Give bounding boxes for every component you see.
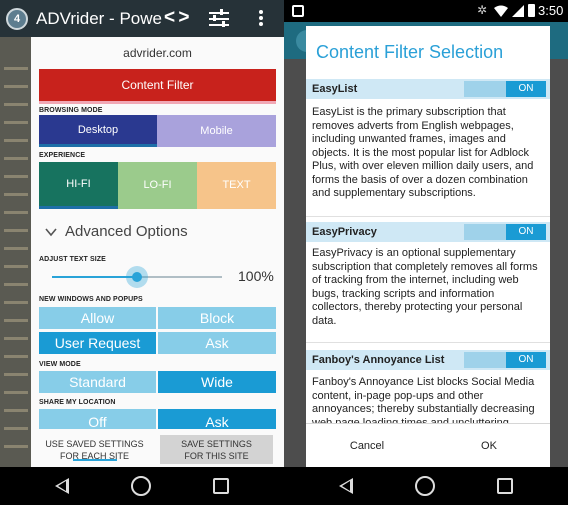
site-domain: advrider.com bbox=[123, 46, 192, 60]
back-icon[interactable] bbox=[339, 478, 353, 494]
location-off[interactable]: Off bbox=[39, 409, 156, 429]
dialog-title: Content Filter Selection bbox=[316, 42, 504, 62]
toggle-state: ON bbox=[506, 352, 546, 368]
divider bbox=[306, 216, 550, 217]
filter-name: Fanboy's Annoyance List bbox=[312, 354, 445, 366]
cellular-icon bbox=[512, 5, 524, 17]
navigation-bar bbox=[284, 467, 568, 505]
site-settings-popup: advrider.com Content Filter BROWSING MOD… bbox=[31, 37, 284, 467]
content-filter-dialog: Content Filter Selection EasyList ON Eas… bbox=[306, 26, 550, 467]
filter-easyprivacy-description: EasyPrivacy is an optional supplementary… bbox=[312, 247, 538, 327]
wifi-icon bbox=[494, 5, 508, 17]
filter-fanboy-header[interactable]: Fanboy's Annoyance List ON bbox=[306, 350, 550, 370]
use-saved-line1: USE SAVED SETTINGS bbox=[45, 439, 144, 449]
view-mode-wide[interactable]: Wide bbox=[158, 371, 276, 393]
recents-icon[interactable] bbox=[213, 478, 229, 494]
text-size-value: 100% bbox=[238, 268, 274, 284]
popups-block[interactable]: Block bbox=[158, 307, 276, 329]
popups-user-request[interactable]: User Request bbox=[39, 332, 156, 354]
experience-text[interactable]: TEXT bbox=[197, 162, 276, 209]
popups-allow[interactable]: Allow bbox=[39, 307, 156, 329]
back-icon[interactable] bbox=[55, 478, 69, 494]
divider bbox=[306, 342, 550, 343]
use-saved-indicator bbox=[73, 459, 117, 461]
right-screen: ✲ 3:50 Content Filter Selection EasyList… bbox=[284, 0, 568, 505]
chevron-down-icon[interactable] bbox=[44, 225, 58, 239]
filter-easylist-description: EasyList is the primary subscription tha… bbox=[312, 106, 534, 199]
ok-button[interactable]: OK bbox=[428, 424, 550, 467]
location-ask[interactable]: Ask bbox=[158, 409, 276, 429]
browsing-mode-mobile[interactable]: Mobile bbox=[157, 115, 276, 147]
filter-easyprivacy-toggle[interactable]: ON bbox=[464, 224, 546, 240]
browsing-mode-heading: BROWSING MODE bbox=[39, 107, 103, 114]
filter-name: EasyList bbox=[312, 83, 358, 95]
toggle-state: ON bbox=[506, 224, 546, 240]
toggle-state: ON bbox=[506, 81, 546, 97]
experience-heading: EXPERIENCE bbox=[39, 152, 86, 159]
content-filter-underline bbox=[39, 101, 276, 104]
content-filter-button[interactable]: Content Filter bbox=[39, 69, 276, 101]
advanced-options-toggle[interactable]: Advanced Options bbox=[65, 223, 188, 240]
view-mode-standard[interactable]: Standard bbox=[39, 371, 156, 393]
location-heading: SHARE MY LOCATION bbox=[39, 399, 116, 406]
app-bar: 4 ADVrider - Powe < > bbox=[0, 0, 284, 37]
home-icon[interactable] bbox=[415, 476, 435, 496]
filter-fanboy-toggle[interactable]: ON bbox=[464, 352, 546, 368]
save-settings-button[interactable]: SAVE SETTINGS FOR THIS SITE bbox=[160, 435, 273, 464]
filter-fanboy-description: Fanboy's Annoyance List blocks Social Me… bbox=[312, 376, 535, 429]
filter-easyprivacy-header[interactable]: EasyPrivacy ON bbox=[306, 222, 550, 242]
navigation-bar bbox=[0, 467, 284, 505]
filter-easylist-header[interactable]: EasyList ON bbox=[306, 79, 550, 99]
popups-heading: NEW WINDOWS AND POPUPS bbox=[39, 296, 143, 303]
recents-icon[interactable] bbox=[497, 478, 513, 494]
experience-hifi[interactable]: HI-FI bbox=[39, 162, 118, 209]
dialog-footer: Cancel OK bbox=[306, 423, 550, 467]
app-logo-icon: 4 bbox=[6, 8, 28, 30]
left-screen: 4 ADVrider - Powe < > advrider.com Conte… bbox=[0, 0, 284, 505]
battery-icon bbox=[528, 4, 535, 17]
bluetooth-icon: ✲ bbox=[477, 3, 488, 17]
popups-ask[interactable]: Ask bbox=[158, 332, 276, 354]
settings-tune-icon[interactable] bbox=[208, 9, 230, 29]
save-settings-line2: FOR THIS SITE bbox=[184, 451, 249, 461]
browsing-mode-desktop[interactable]: Desktop bbox=[39, 115, 157, 147]
cancel-button[interactable]: Cancel bbox=[306, 424, 428, 467]
app-title: ADVrider - Powe bbox=[36, 9, 162, 28]
text-size-slider-fill bbox=[52, 276, 137, 278]
use-saved-settings-button[interactable]: USE SAVED SETTINGS FOR EACH SITE bbox=[35, 435, 154, 464]
status-time: 3:50 bbox=[538, 3, 564, 18]
status-bar: ✲ 3:50 bbox=[284, 0, 568, 22]
more-vert-icon[interactable] bbox=[258, 10, 264, 28]
text-size-slider-handle[interactable] bbox=[126, 266, 148, 288]
filter-name: EasyPrivacy bbox=[312, 226, 377, 238]
home-icon[interactable] bbox=[131, 476, 151, 496]
filter-easylist-toggle[interactable]: ON bbox=[464, 81, 546, 97]
text-size-heading: ADJUST TEXT SIZE bbox=[39, 256, 106, 263]
code-view-icon[interactable]: < > bbox=[164, 7, 190, 29]
view-mode-heading: VIEW MODE bbox=[39, 361, 81, 368]
notification-icon bbox=[292, 5, 304, 17]
save-settings-line1: SAVE SETTINGS bbox=[181, 439, 252, 449]
experience-lofi[interactable]: LO-FI bbox=[118, 162, 197, 209]
